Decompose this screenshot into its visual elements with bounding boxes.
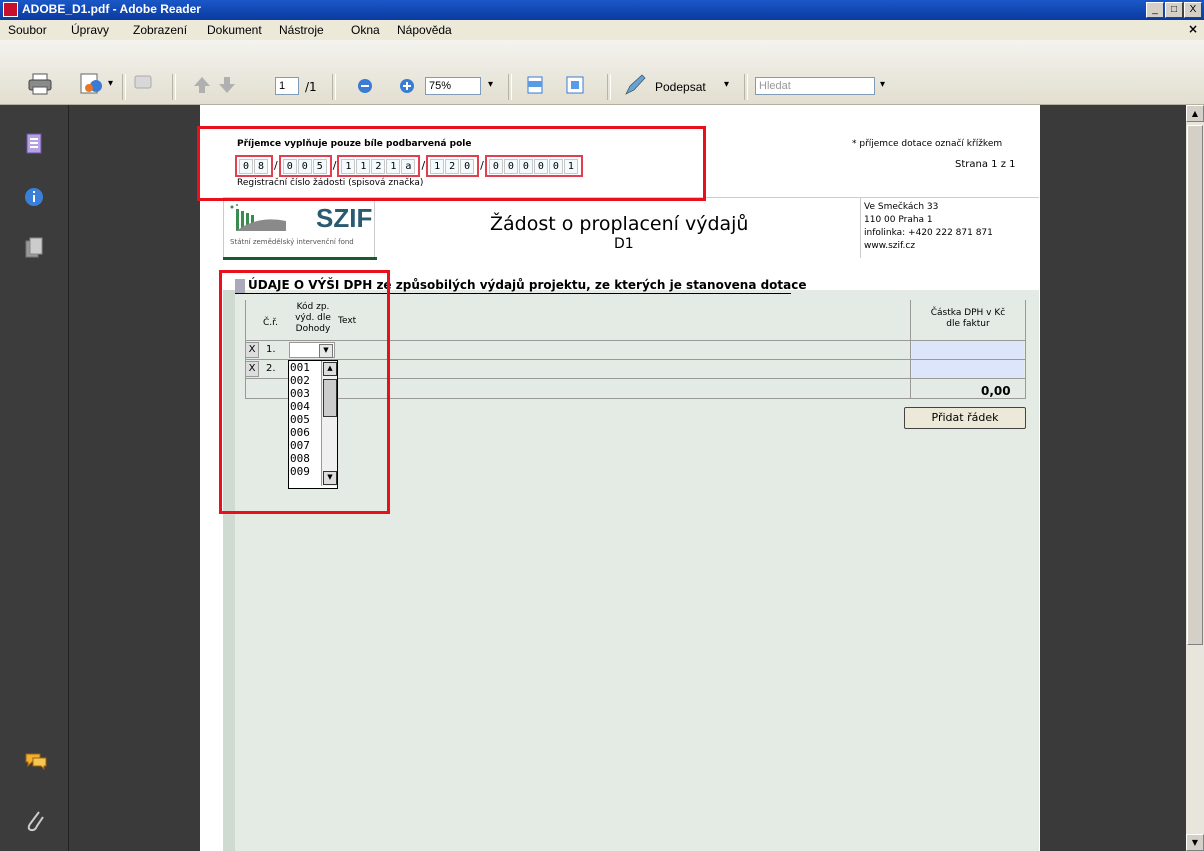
toolbar: ▾ 1 /1 75% ▾ Podepsat ▾ Hledat ▾ — [0, 40, 1204, 105]
address-block: Ve Smečkách 33 110 00 Praha 1 infolinka:… — [864, 201, 993, 253]
address-street: Ve Smečkách 33 — [864, 202, 939, 212]
title-bar: ADOBE_D1.pdf - Adobe Reader _ □ X — [0, 0, 1204, 20]
add-row-button[interactable]: Přidat řádek — [904, 407, 1026, 429]
sign-dropdown-icon[interactable]: ▾ — [724, 79, 729, 90]
close-button[interactable]: X — [1184, 2, 1202, 18]
window-title: ADOBE_D1.pdf - Adobe Reader — [22, 2, 201, 16]
col-amount: Částka DPH v Kč dle faktur — [930, 308, 1006, 329]
fit-width-icon[interactable] — [526, 75, 544, 95]
mark-note: * příjemce dotace označí křížkem — [852, 139, 1003, 149]
menu-napoveda[interactable]: Nápověda — [397, 23, 452, 37]
total-amount: 0,00 — [981, 384, 1011, 398]
close-document-icon[interactable]: × — [1188, 22, 1198, 36]
search-input[interactable]: Hledat — [755, 77, 875, 95]
page-info: Strana 1 z 1 — [955, 159, 1016, 170]
menu-okna[interactable]: Okna — [351, 23, 380, 37]
minimize-button[interactable]: _ — [1146, 2, 1164, 18]
address-phone: infolinka: +420 222 871 871 — [864, 228, 993, 238]
sign-button[interactable]: Podepsat — [655, 80, 706, 94]
menu-bar: Soubor Úpravy Zobrazení Dokument Nástroj… — [0, 20, 1204, 41]
fit-page-icon[interactable] — [565, 75, 585, 95]
collaborate-icon[interactable] — [79, 73, 105, 95]
scroll-down-icon[interactable]: ▼ — [1186, 834, 1204, 851]
sign-pen-icon[interactable] — [624, 74, 646, 96]
maximize-button[interactable]: □ — [1165, 2, 1183, 18]
adobe-reader-icon — [3, 2, 18, 17]
next-page-icon[interactable] — [217, 75, 237, 95]
page-total-label: /1 — [305, 80, 317, 94]
row-1-amount-input[interactable] — [912, 341, 1024, 359]
print-icon[interactable] — [28, 73, 52, 95]
address-city: 110 00 Praha 1 — [864, 215, 933, 225]
doc-title: Žádost o proplacení výdajů — [490, 213, 749, 235]
menu-zobrazeni[interactable]: Zobrazení — [133, 23, 187, 37]
annotation-box-dropdown — [219, 270, 390, 514]
info-icon[interactable] — [24, 187, 44, 207]
zoom-dropdown-icon[interactable]: ▾ — [488, 79, 493, 90]
menu-dokument[interactable]: Dokument — [207, 23, 262, 37]
zoom-in-icon[interactable] — [398, 77, 416, 95]
zoom-out-icon[interactable] — [356, 77, 374, 95]
attachments-pages-icon[interactable] — [24, 237, 44, 259]
zoom-input[interactable]: 75% — [425, 77, 481, 95]
comments-icon[interactable] — [24, 751, 48, 771]
paperclip-icon[interactable] — [24, 808, 46, 834]
vertical-scrollbar[interactable]: ▲ ▼ — [1186, 105, 1204, 851]
page-number-input[interactable]: 1 — [275, 77, 299, 95]
address-web: www.szif.cz — [864, 241, 916, 251]
logo-text: SZIF — [316, 203, 373, 233]
pages-icon[interactable] — [24, 133, 44, 155]
comment-icon — [134, 75, 152, 89]
menu-soubor[interactable]: Soubor — [8, 23, 47, 37]
navigation-panel — [0, 105, 69, 851]
menu-nastroje[interactable]: Nástroje — [279, 23, 324, 37]
scroll-up-icon[interactable]: ▲ — [1186, 105, 1204, 122]
previous-page-icon[interactable] — [192, 75, 212, 95]
scrollbar-thumb[interactable] — [1187, 125, 1203, 645]
szif-logo-icon — [230, 204, 286, 231]
collaborate-dropdown-icon[interactable]: ▾ — [108, 78, 113, 89]
doc-code: D1 — [614, 236, 634, 252]
row-2-amount-input[interactable] — [912, 360, 1024, 378]
search-dropdown-icon[interactable]: ▾ — [880, 79, 885, 90]
logo-subtitle: Státní zemědělský intervenční fond — [230, 238, 354, 246]
annotation-box-registration — [197, 126, 706, 201]
menu-upravy[interactable]: Úpravy — [71, 23, 109, 37]
